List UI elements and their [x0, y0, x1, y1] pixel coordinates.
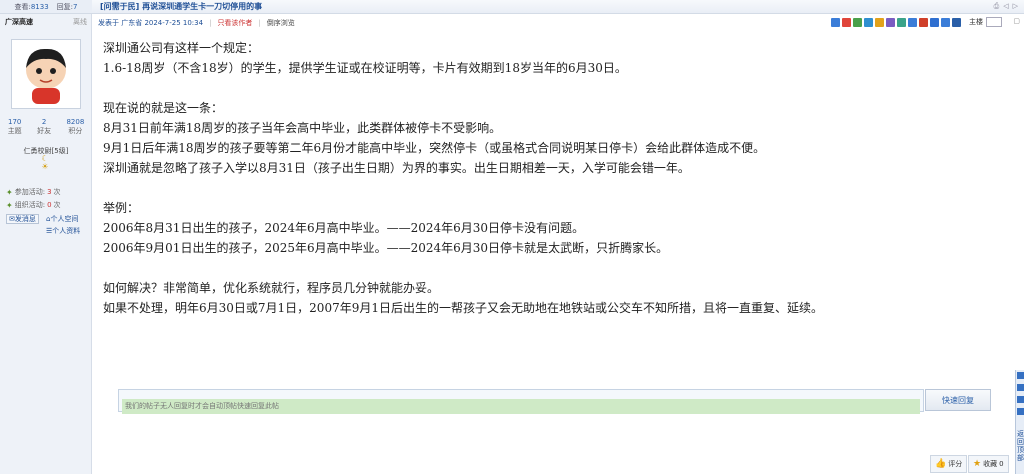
favorite-button[interactable]: ★ 收藏 0 — [968, 455, 1009, 473]
table-icon[interactable] — [897, 17, 906, 27]
post-paragraph-line: 2006年9月01日出生的孩子，2025年6月高中毕业。——2024年6月30日… — [103, 241, 669, 255]
profile-link[interactable]: ☰个人资料 — [46, 226, 80, 236]
post-paragraph-line: 如果不处理，明年6月30日或7月1日，2007年9月1日后出生的一帮孩子又会无助… — [103, 301, 823, 315]
post-toolbar: 主楼 — [831, 17, 983, 27]
post-paragraph-line: 现在说的就是这一条： — [103, 101, 224, 115]
emoji-icon[interactable] — [864, 17, 873, 27]
activity-icon: ✦ — [6, 200, 13, 210]
image-icon[interactable] — [853, 17, 862, 27]
post-paragraph-line: 2006年8月31日出生的孩子，2024年6月高中毕业。——2024年6月30日… — [103, 221, 585, 235]
space-link[interactable]: ⌂个人空间 — [46, 214, 78, 224]
views-stat: 查看:8133 — [14, 2, 49, 11]
arrow-up-icon — [1017, 372, 1024, 379]
edit-icon[interactable] — [930, 17, 939, 27]
post-meta: 发表于 广东省 2024-7-25 10:34 | 只看该作者 | 倒序浏览 — [98, 17, 295, 28]
activity-icon: ✦ — [6, 187, 13, 197]
post-paragraph-line: 8月31日前年满18周岁的孩子当年会高中毕业，此类群体被停卡不受影响。 — [103, 121, 502, 135]
window-controls: ⎙ ◁ ▷ — [994, 2, 1018, 11]
arrow-up-icon — [1017, 396, 1024, 403]
author-sidebar: 广深高速 离线 170 主题 2 好友 8208 积分 仁勇校尉[5级] ☾☀ ✦ 参… — [0, 14, 92, 474]
add-icon[interactable] — [831, 17, 840, 27]
font-icon[interactable] — [952, 17, 961, 27]
activity-organized: ✦ 组织活动: 0 次 — [6, 200, 61, 210]
replies-stat: 回复:7 — [56, 2, 78, 11]
thread-title[interactable]: [问需于民] 再说深圳通学生卡一刀切停用的事 — [100, 1, 262, 12]
floor-label: 主楼 — [969, 18, 983, 26]
post-paragraph-line: 举例： — [103, 201, 140, 215]
author-header: 广深高速 离线 — [0, 14, 91, 30]
arrow-up-icon — [1017, 408, 1024, 415]
reverse-order-link[interactable]: 倒序浏览 — [267, 18, 295, 28]
quick-reply-button[interactable]: 快速回复 — [925, 389, 991, 411]
stat-friends[interactable]: 2 好友 — [37, 118, 51, 136]
post-paragraph-line: 深圳通就是忽略了孩子入学以8月31日（孩子出生日期）为界的事实。出生日期相差一天… — [103, 161, 690, 175]
post-paragraph-line: 9月1日后年满18周岁的孩子要等第二年6月份才能高中毕业，突然停卡（或虽格式合同… — [103, 141, 766, 155]
back-to-top-tab[interactable]: 返回顶部 — [1015, 370, 1024, 474]
quick-reply-box — [118, 389, 924, 414]
post-date: 发表于 广东省 2024-7-25 10:34 — [98, 18, 204, 27]
thread-title-bar: [问需于民] 再说深圳通学生卡一刀切停用的事 ⎙ ◁ ▷ — [92, 0, 1024, 14]
send-message-button[interactable]: ✉发消息 — [6, 214, 39, 224]
tag-icon[interactable] — [875, 17, 884, 27]
go-floor-icon[interactable]: ▢ — [1013, 17, 1020, 25]
stat-topics[interactable]: 170 主题 — [8, 118, 22, 136]
post-content: 深圳通公司有这样一个规定： 1.6-18周岁（不含18岁）的学生，提供学生证或在校… — [103, 38, 1003, 318]
rate-button[interactable]: 👍 评分 — [930, 455, 968, 473]
post-paragraph-line: 如何解决？非常简单，优化系统就行，程序员几分钟就能办妥。 — [103, 281, 440, 295]
post-paragraph-line: 1.6-18周岁（不含18岁）的学生，提供学生证或在校证明等，卡片有效期到18岁… — [103, 61, 627, 75]
list-icon[interactable] — [941, 17, 950, 27]
star-icon: ★ — [973, 459, 982, 469]
forum-thread-page: 查看:8133 回复:7 [问需于民] 再说深圳通学生卡一刀切停用的事 ⎙ ◁ … — [0, 0, 1024, 474]
author-name[interactable]: 广深高速 — [5, 17, 33, 27]
cartoon-avatar-icon — [12, 40, 80, 108]
rank-star-icon: ☾☀ — [41, 154, 49, 171]
stat-points[interactable]: 8208 积分 — [66, 118, 84, 136]
next-thread-icon[interactable]: ▷ — [1013, 2, 1018, 11]
delete-icon[interactable] — [842, 17, 851, 27]
thumb-icon: 👍 — [935, 459, 947, 469]
pin-icon[interactable] — [919, 17, 928, 27]
thread-stats: 查看:8133 回复:7 — [0, 0, 92, 14]
quick-reply-input[interactable] — [122, 399, 920, 414]
link-icon[interactable] — [908, 17, 917, 27]
arrow-up-icon — [1017, 384, 1024, 391]
back-to-top-label: 返回顶部 — [1017, 430, 1024, 462]
avatar[interactable] — [11, 39, 81, 109]
online-status: 离线 — [73, 18, 87, 26]
only-author-link[interactable]: 只看该作者 — [217, 18, 252, 28]
grid-icon[interactable] — [886, 17, 895, 27]
meta-divider: | — [258, 18, 261, 27]
author-stats: 170 主题 2 好友 8208 积分 — [0, 118, 92, 136]
post-paragraph-line: 深圳通公司有这样一个规定： — [103, 41, 260, 55]
print-icon[interactable]: ⎙ — [994, 2, 1000, 11]
floor-jump-input[interactable] — [986, 17, 1002, 27]
meta-divider: | — [209, 18, 212, 27]
prev-thread-icon[interactable]: ◁ — [1003, 2, 1008, 11]
activity-joined: ✦ 参加活动: 3 次 — [6, 187, 61, 197]
